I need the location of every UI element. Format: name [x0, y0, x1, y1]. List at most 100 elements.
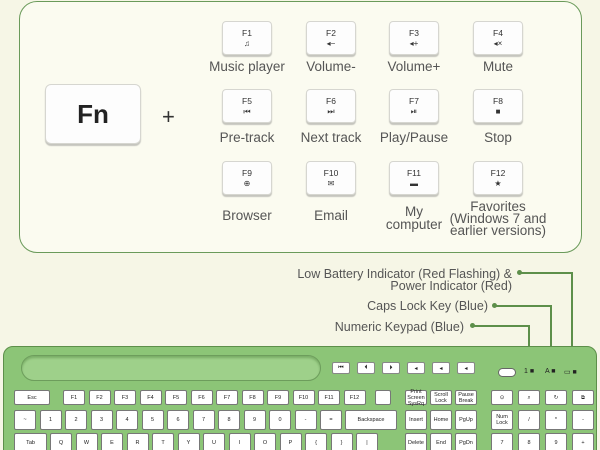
letter-key: O — [254, 433, 276, 450]
fkey-name: F12 — [490, 167, 506, 178]
numpad-key: / — [518, 410, 540, 430]
keyboard: ⏮ ⏴ ⏵ ◂ ◂ ◂ Esc F1 F2 F3 F4 F5 F6 F7 F8 F9 F10 F11 F12 Prin… — [3, 346, 597, 450]
media-key: ◂ — [432, 362, 450, 374]
keyboard-fkey: F9 — [267, 390, 289, 405]
fn-key: Fn — [45, 84, 141, 144]
fkey-function-label: Stop — [484, 130, 512, 145]
numpad-key: - — [572, 410, 594, 430]
nav-key: PgUp — [455, 410, 477, 430]
keyboard-fkey: F2 — [88, 390, 111, 405]
keyboard-fkey: F10 — [292, 390, 315, 405]
letter-key: E — [101, 433, 123, 450]
computer-monitor-icon: ▬ — [410, 178, 418, 188]
letter-key: T — [152, 433, 174, 450]
fkey-name: F10 — [323, 167, 339, 178]
fkey-name: F8 — [493, 95, 503, 106]
letter-key: W — [75, 433, 98, 450]
fkey-function-label: Favorites (Windows 7 and earlier version… — [449, 199, 547, 238]
status-indicator: ▭ ■ — [564, 369, 577, 376]
keyboard-fkey: F6 — [190, 390, 213, 405]
fkey-f11: F11 ▬ — [389, 161, 439, 195]
app-key: ⊙ — [491, 390, 513, 405]
media-key: ◂ — [457, 362, 475, 374]
keyboard-fkey: F12 — [343, 390, 366, 405]
numpad-key: 9 — [545, 433, 567, 450]
battery-indicator-annotation: Low Battery Indicator (Red Flashing) & P… — [297, 267, 512, 293]
fkey-name: F3 — [409, 27, 419, 38]
tab-key: Tab — [14, 433, 47, 450]
music-note-icon: ♫ — [244, 38, 250, 48]
fkey-f10: F10 ✉ — [306, 161, 356, 195]
menu-key — [375, 390, 391, 405]
number-row-key: 3 — [90, 410, 113, 430]
letter-key: U — [203, 433, 225, 450]
nav-key: Scroll Lock — [430, 390, 452, 405]
nav-key: End — [430, 433, 452, 450]
nav-key: Delete — [405, 433, 427, 450]
fkey-function-label: Email — [314, 208, 348, 223]
caps-lock-annotation: Caps Lock Key (Blue) — [367, 299, 488, 313]
number-row-key: 4 — [116, 410, 138, 430]
fkey-f6: F6 ⏭ — [306, 89, 356, 123]
fkey-f12: F12 ★ — [473, 161, 523, 195]
nav-key: Pause Break — [455, 390, 477, 405]
fkey-function-label: Volume- — [306, 59, 356, 74]
fkey-name: F11 — [406, 167, 422, 178]
fkey-function-label: Play/Pause — [379, 130, 449, 145]
fkey-name: F9 — [242, 167, 252, 178]
letter-key: R — [126, 433, 149, 450]
nav-key: Insert — [405, 410, 427, 430]
status-indicator: A ■ — [545, 368, 556, 375]
stop-icon: ■ — [495, 106, 501, 116]
letter-key: } — [330, 433, 353, 450]
numpad-key: 8 — [518, 433, 540, 450]
play-pause-icon: ⏯ — [410, 106, 418, 116]
number-row-key: 2 — [65, 410, 87, 430]
fkey-function-label: My computer — [385, 204, 443, 232]
keyboard-fkey: F1 — [63, 390, 85, 405]
mute-icon: ◂× — [493, 38, 503, 48]
fkey-name: F4 — [493, 27, 503, 38]
favorites-star-icon: ★ — [494, 178, 502, 188]
volume-up-icon: ◂+ — [409, 38, 419, 48]
battery-annotation-line — [520, 272, 572, 274]
fkey-function-label: Music player — [209, 59, 285, 74]
esc-key: Esc — [14, 390, 50, 405]
number-row-key: 9 — [243, 410, 266, 430]
fkey-name: F1 — [242, 27, 252, 38]
number-row-key: - — [294, 410, 317, 430]
keyboard-fkey: F11 — [318, 390, 340, 405]
fkey-function-label: Browser — [222, 208, 272, 223]
nav-key: Home — [430, 410, 452, 430]
letter-key: I — [228, 433, 251, 450]
number-row-key: 5 — [141, 410, 164, 430]
letter-key: P — [279, 433, 302, 450]
media-key: ⏮ — [332, 362, 350, 374]
number-row-key: = — [320, 410, 342, 430]
browser-globe-icon: ⊕ — [243, 178, 251, 188]
nav-key: PgDn — [455, 433, 477, 450]
numpad-annotation-line — [473, 325, 529, 327]
fkey-name: F2 — [326, 27, 336, 38]
app-key: ⧉ — [572, 390, 594, 405]
number-row-key: 7 — [192, 410, 215, 430]
fkey-name: F7 — [409, 95, 419, 106]
fkey-f7: F7 ⏯ — [389, 89, 439, 123]
fkey-f9: F9 ⊕ — [222, 161, 272, 195]
nav-key: Print Screen SysRq — [405, 389, 427, 407]
keyboard-fkey: F7 — [216, 390, 238, 405]
number-row-key: 1 — [39, 410, 62, 430]
keyboard-fkey: F8 — [241, 390, 264, 405]
keyboard-fkey: F3 — [114, 390, 136, 405]
volume-down-icon: ◂− — [326, 38, 336, 48]
app-key: ⌕ — [518, 390, 540, 405]
number-row-key: 0 — [269, 410, 291, 430]
status-indicator: 1 ■ — [524, 368, 535, 375]
device-holder-slot — [21, 355, 321, 381]
letter-key: | — [356, 433, 378, 450]
fkey-f8: F8 ■ — [473, 89, 523, 123]
media-key: ⏴ — [357, 362, 375, 374]
fn-key-label: Fn — [77, 98, 109, 129]
keyboard-fkey: F4 — [139, 390, 162, 405]
backspace-key: Backspace — [345, 410, 397, 430]
